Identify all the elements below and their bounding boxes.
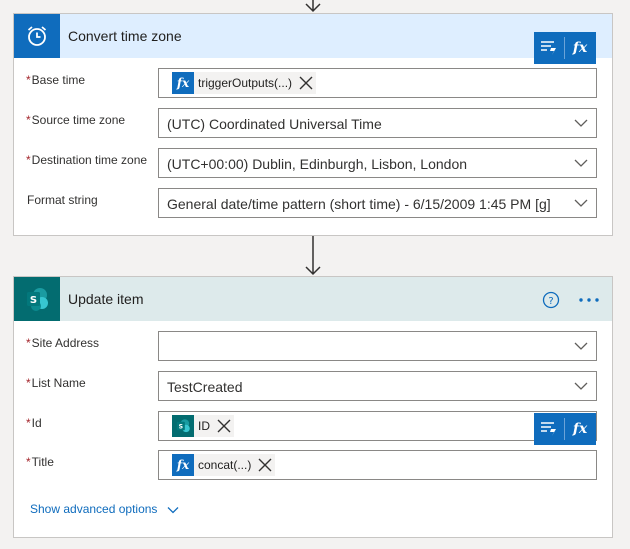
expression-popup: fx [534,413,596,445]
chevron-down-icon [574,159,588,167]
alarm-clock-icon [14,14,60,58]
remove-token-icon[interactable] [214,416,234,436]
destination-time-zone-select[interactable]: (UTC+00:00) Dublin, Edinburgh, Lisbon, L… [158,148,597,178]
id-label: *Id [26,416,42,430]
chevron-down-icon [574,199,588,207]
dynamic-content-icon[interactable] [534,32,564,64]
sharepoint-token-icon: S [172,415,194,437]
base-time-field[interactable]: fx triggerOutputs(...) [158,68,597,98]
list-name-label: *List Name [26,376,86,390]
card-title: Update item [68,291,144,307]
chevron-down-icon [574,382,588,390]
sharepoint-icon: S [14,277,60,321]
base-time-token: fx triggerOutputs(...) [172,72,317,94]
title-label: *Title [26,455,54,469]
help-icon[interactable]: ? [542,291,560,309]
chevron-down-icon [574,342,588,350]
id-field[interactable]: S ID [158,411,597,441]
base-time-label: *Base time [26,73,86,87]
more-icon[interactable] [578,297,600,303]
flow-arrow-top [305,0,321,13]
destination-time-zone-label: *Destination time zone [26,153,148,167]
format-string-label: Format string [27,193,98,207]
chevron-down-icon [167,506,179,514]
list-name-select[interactable]: TestCreated [158,371,597,401]
token-label: triggerOutputs(...) [198,76,293,90]
source-time-zone-label: *Source time zone [26,113,126,127]
svg-text:S: S [30,295,37,306]
field-value: General date/time pattern (short time) -… [167,196,551,212]
update-item-header[interactable]: S Update item ? [14,277,612,321]
field-value: TestCreated [167,379,243,395]
convert-time-zone-header[interactable]: Convert time zone [14,14,612,58]
source-time-zone-select[interactable]: (UTC) Coordinated Universal Time [158,108,597,138]
convert-time-zone-card: Convert time zone fx *Base time fx trigg… [13,13,613,236]
svg-text:?: ? [548,296,553,307]
chevron-down-icon [574,119,588,127]
site-address-label: *Site Address [26,336,100,350]
token-label: concat(...) [198,458,252,472]
fx-token-icon: fx [172,454,194,476]
expression-popup: fx [534,32,596,64]
fx-token-icon: fx [172,72,194,94]
remove-token-icon[interactable] [255,455,275,475]
site-address-select[interactable] [158,331,597,361]
expression-fx-button[interactable]: fx [565,413,595,445]
id-token: S ID [172,415,234,437]
field-value: (UTC) Coordinated Universal Time [167,116,382,132]
svg-text:S: S [179,423,183,430]
remove-token-icon[interactable] [296,73,316,93]
flow-arrow-middle [305,236,321,276]
show-advanced-options-link[interactable]: Show advanced options [30,502,179,516]
update-item-card: S Update item ? *Site Address *List Name… [13,276,613,538]
title-token: fx concat(...) [172,454,276,476]
card-title: Convert time zone [68,28,182,44]
format-string-select[interactable]: General date/time pattern (short time) -… [158,188,597,218]
dynamic-content-icon[interactable] [534,413,564,445]
token-label: ID [198,419,210,433]
expression-fx-button[interactable]: fx [565,32,595,64]
title-field[interactable]: fx concat(...) [158,450,597,480]
field-value: (UTC+00:00) Dublin, Edinburgh, Lisbon, L… [167,156,468,172]
